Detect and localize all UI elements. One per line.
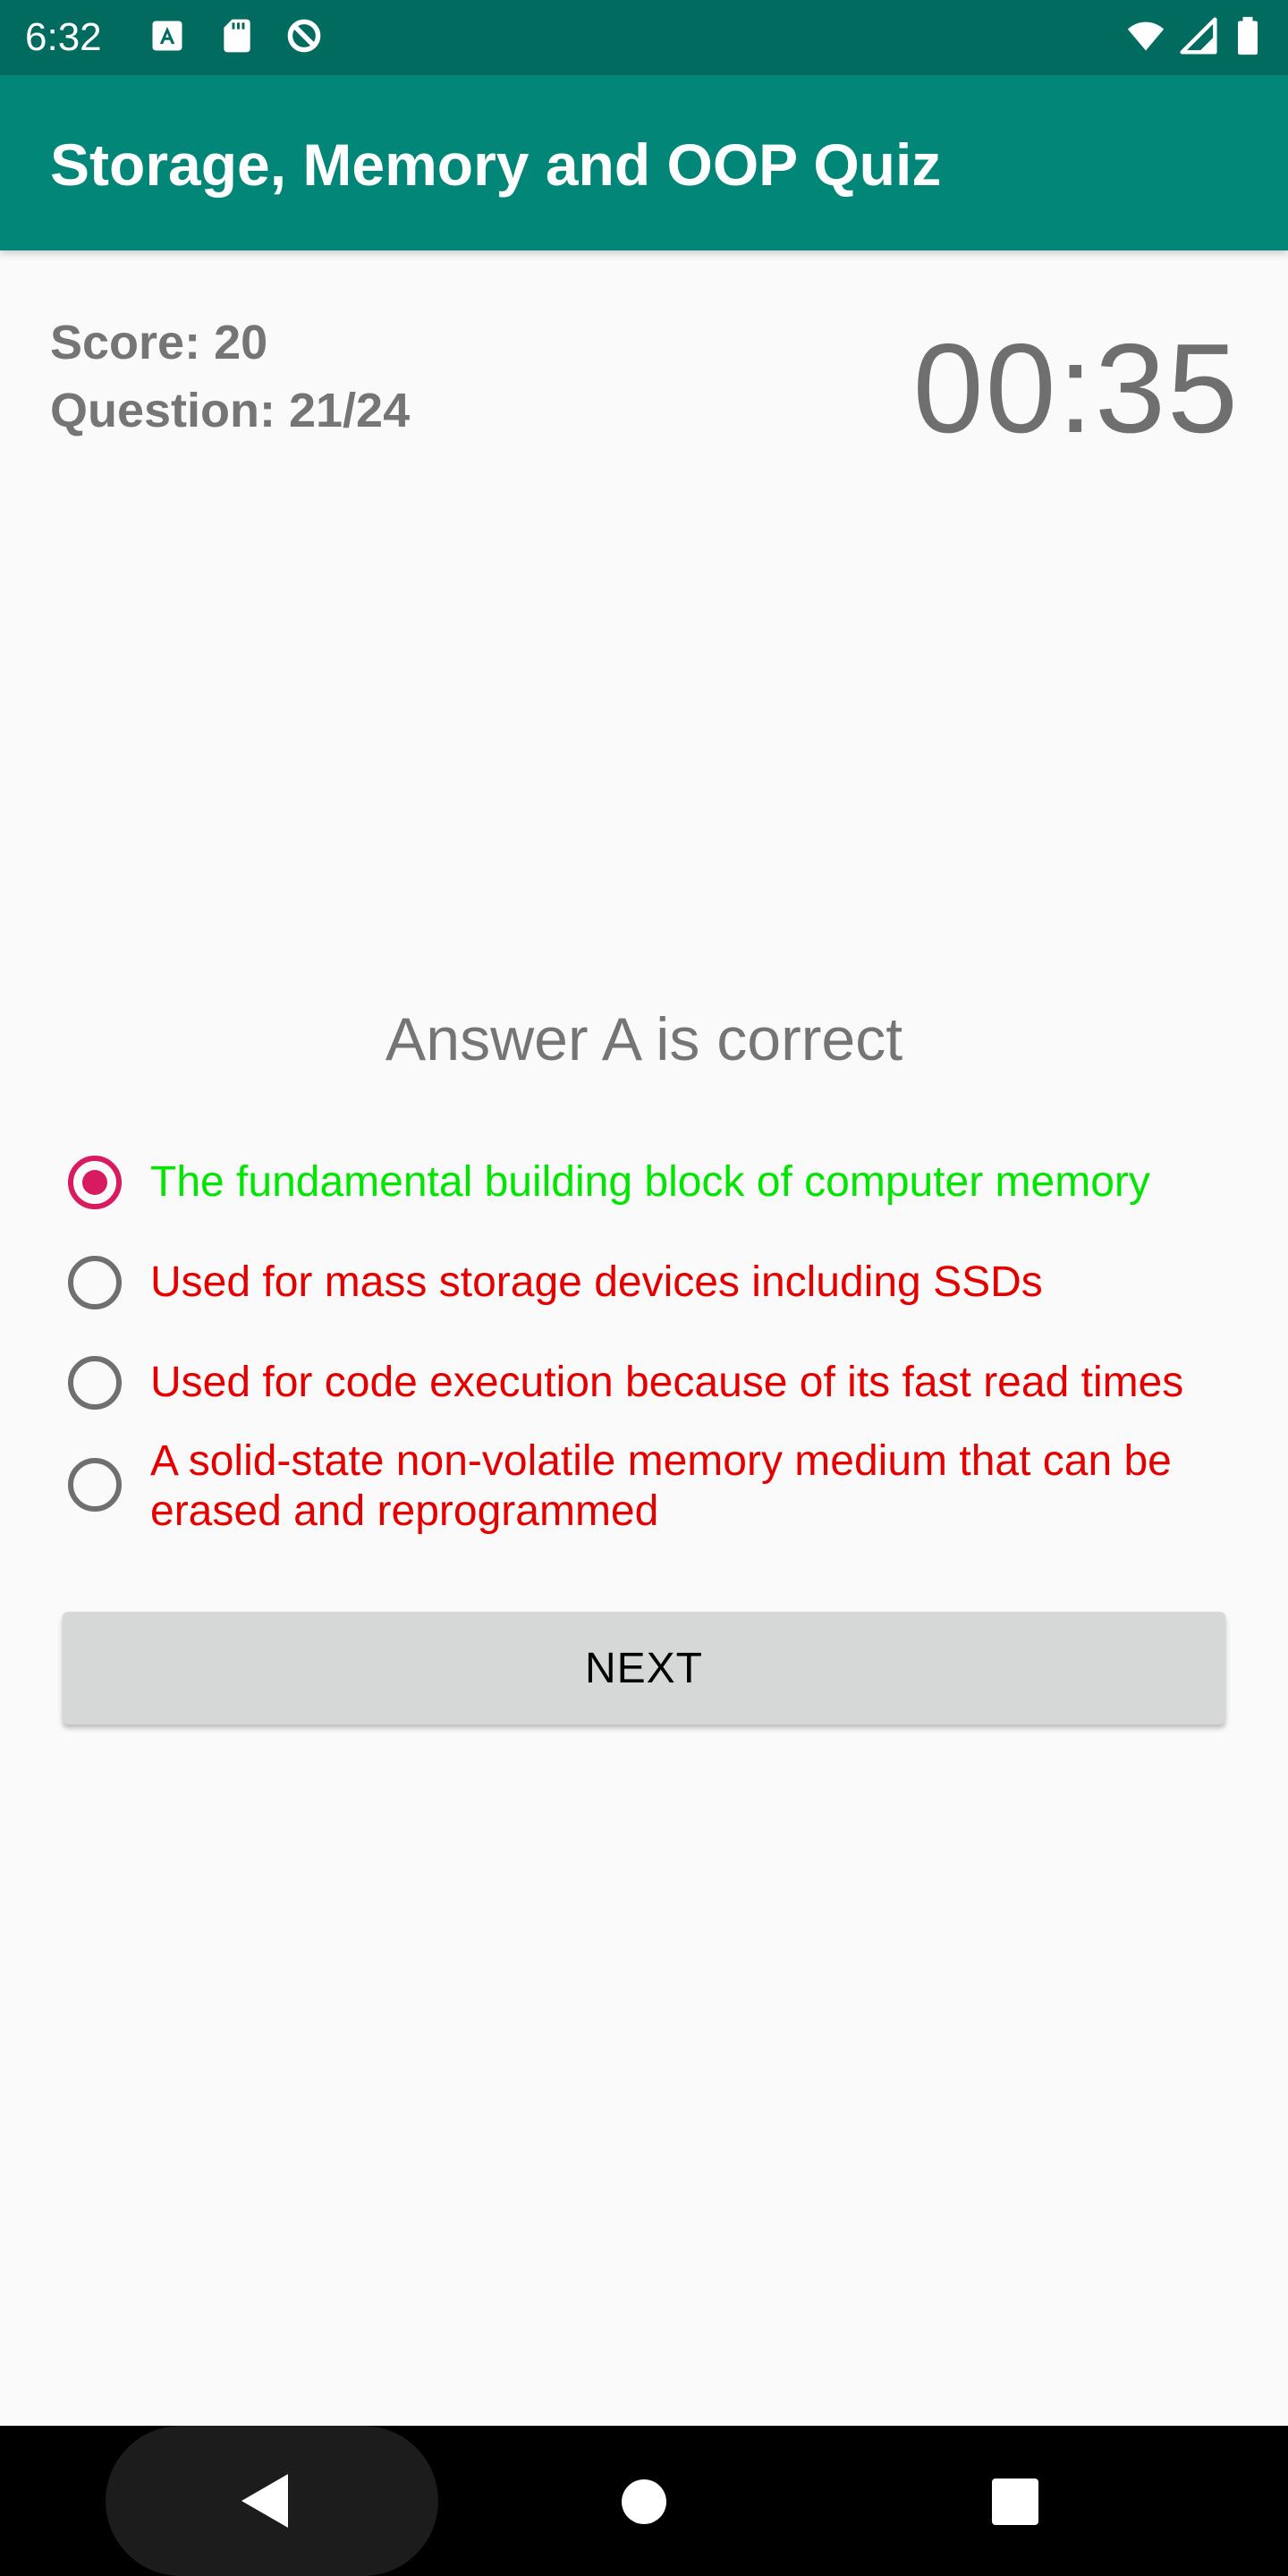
option-c[interactable]: Used for code execution because of its f… [64,1354,1245,1411]
status-bar: 6:32 [0,0,1288,75]
radio-option-b[interactable] [68,1256,122,1309]
wifi-icon [1123,16,1169,55]
back-icon[interactable] [242,2474,288,2528]
radio-option-d[interactable] [68,1458,122,1512]
recents-icon[interactable] [992,2479,1038,2525]
option-d-text: A solid-state non-volatile memory medium… [150,1437,1172,1535]
answer-feedback: Answer A is correct [385,1005,903,1073]
app-title: Storage, Memory and OOP Quiz [50,131,942,198]
home-icon[interactable] [622,2479,666,2524]
radio-option-c[interactable] [68,1356,122,1410]
sd-card-icon [217,16,257,55]
navigation-bar [0,2426,1288,2576]
radio-option-a[interactable] [68,1156,122,1209]
option-d[interactable]: A solid-state non-volatile memory medium… [64,1435,1245,1542]
option-c-text: Used for code execution because of its f… [150,1359,1184,1406]
option-a-text: The fundamental building block of comput… [150,1158,1150,1206]
data-saver-icon [284,16,324,55]
question-counter: Question: 21/24 [50,384,411,437]
cell-signal-icon [1179,16,1218,55]
app-bar: Storage, Memory and OOP Quiz [0,75,1288,250]
battery-icon [1234,16,1261,55]
score-label: Score: 20 [50,316,268,369]
next-button-label: NEXT [584,1644,703,1692]
option-a[interactable]: The fundamental building block of comput… [64,1154,1245,1211]
next-button[interactable]: NEXT [63,1612,1225,1724]
a-box-icon [148,16,187,55]
status-time: 6:32 [25,15,102,59]
option-b-text: Used for mass storage devices including … [150,1258,1043,1306]
countdown-timer: 00:35 [912,318,1240,460]
option-b[interactable]: Used for mass storage devices including … [64,1254,1245,1311]
